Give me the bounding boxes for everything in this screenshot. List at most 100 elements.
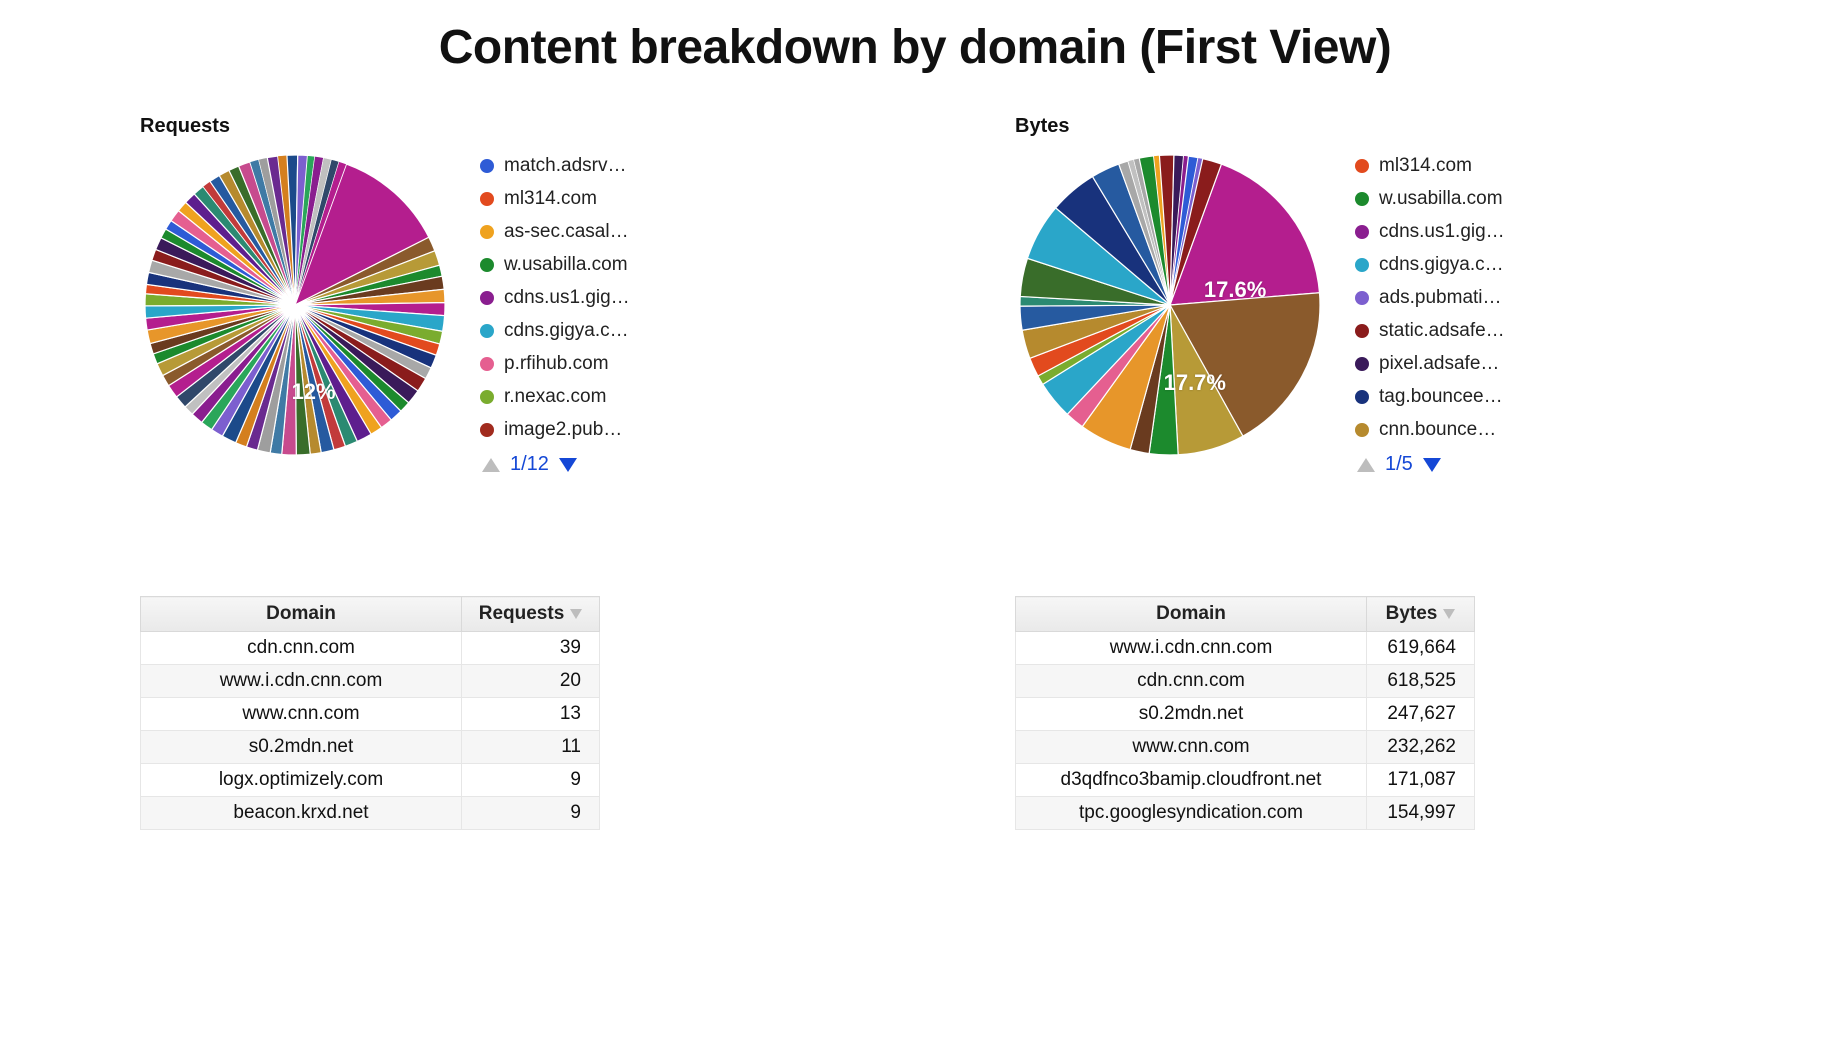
bytes-col-domain[interactable]: Domain [1016, 597, 1367, 632]
sort-desc-icon [1443, 609, 1455, 619]
legend-dot-icon [480, 192, 494, 206]
legend-dot-icon [480, 159, 494, 173]
legend-label: w.usabilla.com [504, 255, 628, 274]
cell-domain: cdn.cnn.com [1016, 665, 1367, 698]
cell-domain: logx.optimizely.com [141, 764, 462, 797]
table-row: s0.2mdn.net247,627 [1016, 698, 1475, 731]
legend-label: cdns.gigya.c… [1379, 255, 1504, 274]
legend-prev-icon[interactable] [482, 458, 500, 472]
cell-domain: tpc.googlesyndication.com [1016, 797, 1367, 830]
bytes-heading: Bytes [1015, 115, 1690, 138]
legend-dot-icon [1355, 390, 1369, 404]
legend-dot-icon [480, 324, 494, 338]
table-row: cdn.cnn.com618,525 [1016, 665, 1475, 698]
legend-dot-icon [1355, 423, 1369, 437]
requests-col-domain[interactable]: Domain [141, 597, 462, 632]
cell-domain: beacon.krxd.net [141, 797, 462, 830]
legend-label: static.adsafe… [1379, 321, 1505, 340]
legend-label: pixel.adsafe… [1379, 354, 1499, 373]
legend-dot-icon [1355, 159, 1369, 173]
requests-legend: match.adsrv… ml314.com as-sec.casal… w.u… [480, 150, 700, 476]
cell-domain: s0.2mdn.net [141, 731, 462, 764]
cell-domain: d3qdfnco3bamip.cloudfront.net [1016, 764, 1367, 797]
legend-label: cdns.us1.gig… [504, 288, 630, 307]
bytes-col-value[interactable]: Bytes [1367, 597, 1475, 632]
legend-dot-icon [480, 225, 494, 239]
legend-label: ads.pubmati… [1379, 288, 1502, 307]
legend-label: ml314.com [1379, 156, 1472, 175]
legend-item[interactable]: cdns.gigya.c… [480, 321, 700, 340]
legend-item[interactable]: as-sec.casal… [480, 222, 700, 241]
legend-dot-icon [1355, 192, 1369, 206]
legend-label: tag.bouncee… [1379, 387, 1503, 406]
legend-dot-icon [480, 423, 494, 437]
legend-item[interactable]: cdns.gigya.c… [1355, 255, 1575, 274]
requests-pie-chart[interactable]: 12% [140, 150, 450, 460]
legend-page-indicator: 1/12 [510, 453, 549, 476]
cell-domain: www.cnn.com [141, 698, 462, 731]
table-row: www.i.cdn.cnn.com619,664 [1016, 632, 1475, 665]
legend-item[interactable]: ads.pubmati… [1355, 288, 1575, 307]
legend-label: p.rfihub.com [504, 354, 609, 373]
legend-item[interactable]: p.rfihub.com [480, 354, 700, 373]
table-row: d3qdfnco3bamip.cloudfront.net171,087 [1016, 764, 1475, 797]
cell-value: 9 [462, 797, 600, 830]
legend-label: match.adsrv… [504, 156, 626, 175]
legend-item[interactable]: cnn.bounce… [1355, 420, 1575, 439]
cell-value: 13 [462, 698, 600, 731]
cell-value: 232,262 [1367, 731, 1475, 764]
bytes-pie-chart[interactable]: 17.6% 17.7% [1015, 150, 1325, 460]
table-row: s0.2mdn.net11 [141, 731, 600, 764]
legend-item[interactable]: pixel.adsafe… [1355, 354, 1575, 373]
bytes-column: Bytes 17.6% 17.7% ml314.com w.usabilla.c… [1015, 115, 1690, 830]
legend-item[interactable]: r.nexac.com [480, 387, 700, 406]
sort-desc-icon [570, 609, 582, 619]
bytes-legend: ml314.com w.usabilla.com cdns.us1.gig… c… [1355, 150, 1575, 476]
legend-item[interactable]: ml314.com [1355, 156, 1575, 175]
table-row: tpc.googlesyndication.com154,997 [1016, 797, 1475, 830]
legend-label: cdns.us1.gig… [1379, 222, 1505, 241]
cell-domain: www.i.cdn.cnn.com [1016, 632, 1367, 665]
cell-value: 247,627 [1367, 698, 1475, 731]
requests-legend-pager: 1/12 [480, 453, 700, 476]
cell-value: 11 [462, 731, 600, 764]
page-title: Content breakdown by domain (First View) [0, 20, 1830, 75]
cell-domain: cdn.cnn.com [141, 632, 462, 665]
legend-label: r.nexac.com [504, 387, 606, 406]
legend-label: cnn.bounce… [1379, 420, 1496, 439]
legend-dot-icon [1355, 225, 1369, 239]
table-row: www.cnn.com13 [141, 698, 600, 731]
legend-item[interactable]: w.usabilla.com [480, 255, 700, 274]
table-row: www.cnn.com232,262 [1016, 731, 1475, 764]
legend-prev-icon[interactable] [1357, 458, 1375, 472]
table-row: logx.optimizely.com9 [141, 764, 600, 797]
cell-domain: s0.2mdn.net [1016, 698, 1367, 731]
legend-label: as-sec.casal… [504, 222, 629, 241]
legend-item[interactable]: cdns.us1.gig… [480, 288, 700, 307]
legend-item[interactable]: match.adsrv… [480, 156, 700, 175]
legend-dot-icon [1355, 258, 1369, 272]
legend-next-icon[interactable] [559, 458, 577, 472]
legend-page-indicator: 1/5 [1385, 453, 1413, 476]
legend-item[interactable]: static.adsafe… [1355, 321, 1575, 340]
legend-dot-icon [480, 357, 494, 371]
legend-dot-icon [1355, 291, 1369, 305]
legend-label: w.usabilla.com [1379, 189, 1503, 208]
legend-item[interactable]: tag.bouncee… [1355, 387, 1575, 406]
requests-column: Requests 12% match.adsrv… ml314.com as-s… [140, 115, 815, 830]
legend-item[interactable]: w.usabilla.com [1355, 189, 1575, 208]
requests-heading: Requests [140, 115, 815, 138]
legend-dot-icon [1355, 324, 1369, 338]
cell-value: 20 [462, 665, 600, 698]
legend-item[interactable]: ml314.com [480, 189, 700, 208]
bytes-table: Domain Bytes www.i.cdn.cnn.com619,664 cd… [1015, 596, 1475, 830]
legend-next-icon[interactable] [1423, 458, 1441, 472]
legend-item[interactable]: cdns.us1.gig… [1355, 222, 1575, 241]
cell-value: 171,087 [1367, 764, 1475, 797]
legend-item[interactable]: image2.pub… [480, 420, 700, 439]
table-row: cdn.cnn.com39 [141, 632, 600, 665]
legend-label: cdns.gigya.c… [504, 321, 629, 340]
legend-dot-icon [1355, 357, 1369, 371]
cell-value: 619,664 [1367, 632, 1475, 665]
requests-col-value[interactable]: Requests [462, 597, 600, 632]
